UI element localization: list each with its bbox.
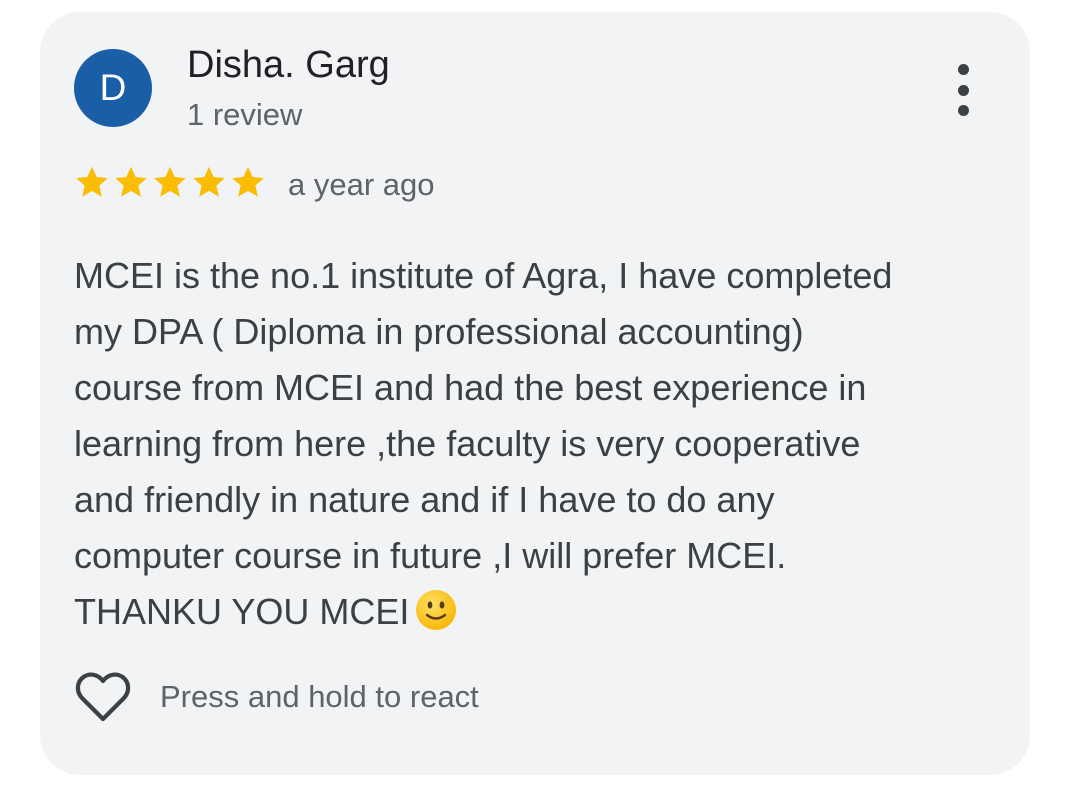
review-text-line: learning from here ,the faculty is very …: [74, 423, 861, 464]
more-vert-icon-dot: [957, 84, 969, 96]
avatar[interactable]: D: [74, 49, 152, 127]
star-icon: [232, 166, 264, 197]
review-text-last-line: THANKU YOU MCEI: [74, 584, 994, 640]
avatar-initial: D: [99, 67, 127, 108]
review-text-line: my DPA ( Diploma in professional account…: [74, 311, 804, 352]
star-icon: [115, 166, 147, 197]
star-icon: [76, 166, 108, 197]
author-review-count: 1 review: [187, 97, 303, 132]
review-text-line: computer course in future ,I will prefer…: [74, 535, 787, 576]
star-icon: [154, 166, 186, 197]
heart-outline-icon: [75, 672, 131, 722]
react-label: Press and hold to react: [160, 679, 479, 714]
review-text-line: MCEI is the no.1 institute of Agra, I ha…: [74, 255, 893, 296]
review-card: D Disha. Garg 1 review a year ago MCEI i…: [40, 12, 1030, 775]
star-rating: [74, 164, 266, 200]
more-vert-icon-dot: [957, 64, 969, 75]
star-icon: [193, 166, 225, 197]
more-vert-icon-dot: [957, 105, 969, 116]
more-options-button[interactable]: [945, 64, 981, 116]
review-text: MCEI is the no.1 institute of Agra, I ha…: [74, 248, 994, 640]
review-text-line: course from MCEI and had the best experi…: [74, 367, 867, 408]
author-name[interactable]: Disha. Garg: [187, 44, 390, 87]
review-timestamp: a year ago: [288, 167, 435, 202]
review-text-line: THANKU YOU MCEI: [74, 591, 410, 632]
slightly-smiling-face-emoji: [416, 590, 457, 630]
react-button[interactable]: Press and hold to react: [74, 670, 479, 724]
review-text-line: and friendly in nature and if I have to …: [74, 479, 775, 520]
